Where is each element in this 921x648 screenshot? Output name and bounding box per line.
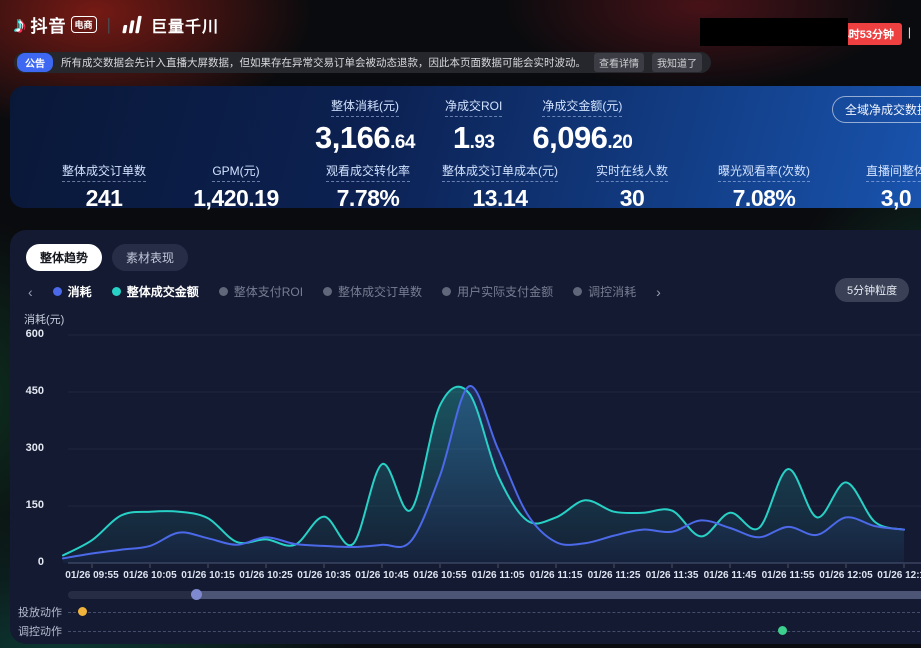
series-area-0 (63, 386, 904, 563)
legend-dot (442, 287, 451, 296)
metric-value: 7.78% (302, 185, 434, 212)
action-row-timeline (68, 612, 921, 613)
granularity-badge[interactable]: 5分钟粒度 (835, 278, 909, 302)
scope-selector-dropdown[interactable]: 全域净成交数据 ∨ (832, 96, 921, 123)
trend-chart[interactable] (10, 325, 921, 575)
metric-label: 观看成交转化率 (326, 162, 410, 182)
delivery-action-marker[interactable] (78, 607, 87, 616)
brand-divider: | (107, 15, 111, 35)
action-row-timeline (68, 631, 921, 632)
legend-dot (323, 287, 332, 296)
metric-secondary: 整体成交订单成本(元) 13.14 (434, 162, 566, 212)
metric-secondary: 观看成交转化率 7.78% (302, 162, 434, 212)
metric-label: GPM(元) (212, 162, 259, 182)
legend-dot (573, 287, 582, 296)
tab-bar: 整体趋势素材表现 (26, 244, 188, 271)
metric-value: 1.93 (445, 120, 502, 156)
legend-label: 调控消耗 (588, 283, 636, 300)
metric-value: 241 (38, 185, 170, 212)
metric-label: 实时在线人数 (596, 162, 668, 182)
legend-item[interactable]: 调控消耗 (573, 283, 636, 300)
view-details-button[interactable]: 查看详情 (594, 53, 644, 72)
chevron-left-icon[interactable]: ‹ (28, 284, 33, 300)
ecommerce-badge: 电商 (71, 16, 97, 33)
douyin-note-icon: ♪ (14, 13, 26, 36)
metric-label: 净成交ROI (445, 97, 502, 117)
legend-row: ‹ 消耗 整体成交金额 整体支付ROI 整体成交订单数 用户实际支付金额 调控消耗 › (28, 283, 661, 300)
scrollbar-selected-range[interactable] (196, 591, 921, 599)
metric-value: 3,166.64 (315, 120, 415, 156)
legend-item[interactable]: 整体支付ROI (219, 283, 303, 300)
metric-label: 直播间整体 (866, 162, 921, 182)
top-right-divider: | (908, 25, 911, 39)
acknowledge-button[interactable]: 我知道了 (652, 53, 702, 72)
metric-secondary: 整体成交订单数 241 (38, 162, 170, 212)
metric-value: 3,0 (830, 185, 921, 212)
legend-dot (219, 287, 228, 296)
legend-item[interactable]: 消耗 (53, 283, 92, 300)
metric-label: 整体成交订单成本(元) (442, 162, 558, 182)
legend-item[interactable]: 用户实际支付金额 (442, 283, 553, 300)
metric-label: 整体消耗(元) (331, 97, 399, 117)
tab-material-performance[interactable]: 素材表现 (112, 244, 188, 271)
tab-overall-trend[interactable]: 整体趋势 (26, 244, 102, 271)
metrics-bottom-row: 整体成交订单数241GPM(元)1,420.19观看成交转化率7.78%整体成交… (10, 162, 921, 212)
qianchuan-logo-icon (121, 14, 145, 36)
legend-label: 消耗 (68, 283, 92, 300)
metric-secondary: GPM(元) 1,420.19 (170, 162, 302, 212)
metric-label: 整体成交订单数 (62, 162, 146, 182)
announcement-text: 所有成交数据会先计入直播大屏数据，但如果存在异常交易订单会被动态退款，因此本页面… (61, 55, 586, 70)
metric-value: 1,420.19 (170, 185, 302, 212)
metric-primary: 净成交金额(元) 6,096.20 (532, 97, 632, 156)
brand-area: ♪ 抖音 电商 | 巨量千川 (14, 12, 219, 37)
metric-value: 13.14 (434, 185, 566, 212)
legend-label: 整体支付ROI (234, 283, 303, 300)
x-axis-label: 01/26 12:15 (869, 570, 921, 581)
chevron-right-icon[interactable]: › (656, 284, 661, 300)
metric-value: 6,096.20 (532, 120, 632, 156)
legend-dot (53, 287, 62, 296)
legend-dot (112, 287, 121, 296)
metric-secondary: 直播间整体 3,0 (830, 162, 921, 212)
legend-label: 用户实际支付金额 (457, 283, 553, 300)
metric-value: 7.08% (698, 185, 830, 212)
control-action-marker[interactable] (778, 626, 787, 635)
scope-selector-label: 全域净成交数据 (845, 101, 921, 118)
metrics-top-row: 整体消耗(元) 3,166.64 净成交ROI 1.93 净成交金额(元) 6,096.2… (315, 97, 632, 156)
legend-label: 整体成交订单数 (338, 283, 422, 300)
legend-items: 消耗 整体成交金额 整体支付ROI 整体成交订单数 用户实际支付金额 调控消耗 (53, 283, 636, 300)
redacted-region (700, 18, 848, 46)
delivery-actions-row: 投放动作 (18, 604, 921, 620)
legend-item[interactable]: 整体成交金额 (112, 283, 199, 300)
metric-primary: 净成交ROI 1.93 (445, 97, 502, 156)
action-row-label: 投放动作 (18, 604, 64, 620)
top-right-area: 中 | 2小时53分钟 | (601, 16, 921, 46)
metric-value: 30 (566, 185, 698, 212)
legend-item[interactable]: 整体成交订单数 (323, 283, 422, 300)
announcement-bar: 公告 所有成交数据会先计入直播大屏数据，但如果存在异常交易订单会被动态退款，因此… (14, 52, 711, 73)
metric-label: 净成交金额(元) (542, 97, 622, 117)
metric-label: 曝光观看率(次数) (718, 162, 810, 182)
qianchuan-wordmark: 巨量千川 (151, 13, 219, 37)
legend-label: 整体成交金额 (127, 283, 199, 300)
control-actions-row: 调控动作 (18, 623, 921, 639)
scrollbar-handle[interactable] (191, 589, 202, 600)
metric-primary: 整体消耗(元) 3,166.64 (315, 97, 415, 156)
douyin-wordmark: 抖音 (31, 12, 67, 37)
action-row-label: 调控动作 (18, 623, 64, 639)
top-bar: ♪ 抖音 电商 | 巨量千川 中 | 2小时53分钟 | (0, 0, 921, 50)
metrics-panel: 全域净成交数据 ∨ 整体消耗(元) 3,166.64 净成交ROI 1.93 净成交金额… (10, 86, 921, 208)
announcement-badge: 公告 (17, 53, 53, 72)
metric-secondary: 曝光观看率(次数) 7.08% (698, 162, 830, 212)
metric-secondary: 实时在线人数 30 (566, 162, 698, 212)
timeline-scrollbar[interactable] (68, 591, 921, 599)
trend-panel: 整体趋势素材表现 ‹ 消耗 整体成交金额 整体支付ROI 整体成交订单数 用户实际支付金… (10, 230, 921, 644)
